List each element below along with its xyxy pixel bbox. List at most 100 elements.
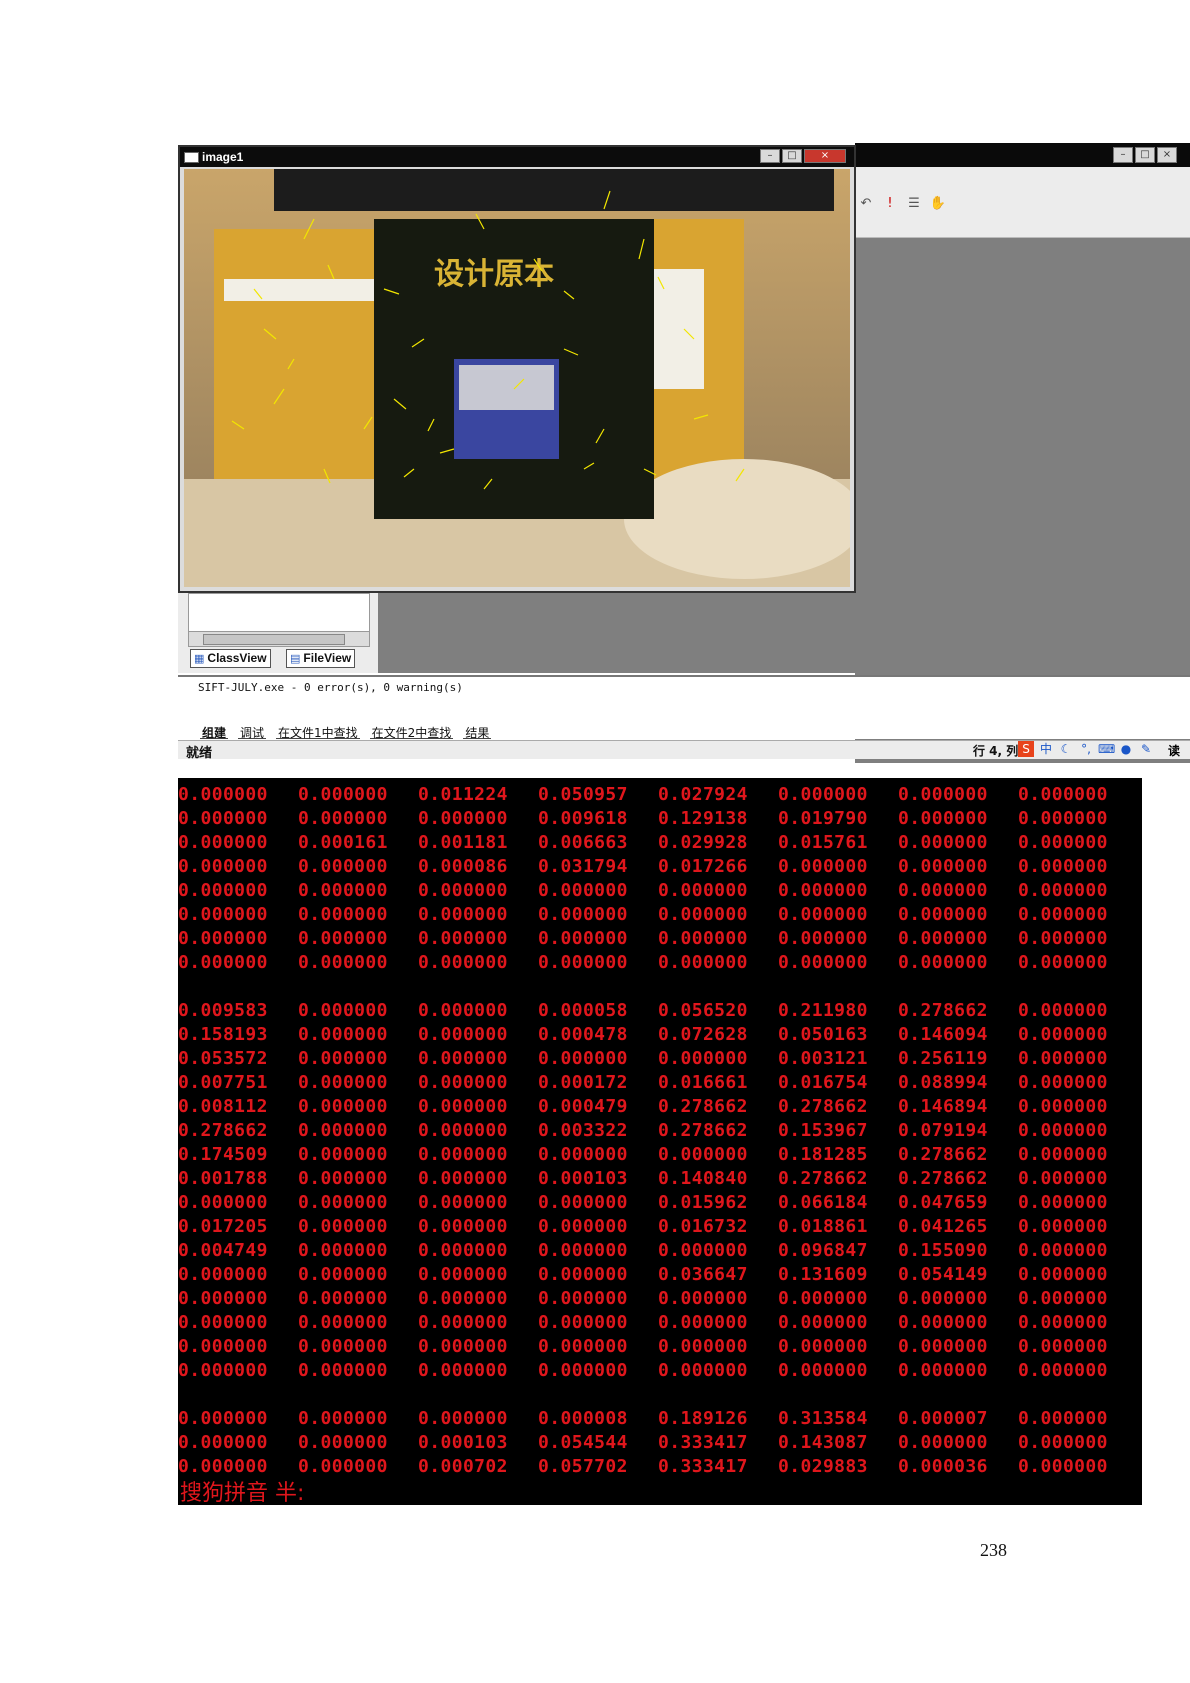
console-row: 0.000000 0.000000 0.000000 0.000000 0.000000… <box>178 1288 1138 1312</box>
close-icon[interactable]: × <box>1157 147 1177 163</box>
console-value: 0.000000 <box>1018 1240 1108 1261</box>
maximize-icon[interactable]: □ <box>1135 147 1155 163</box>
console-value: 0.000000 <box>778 880 868 901</box>
console-value: 0.000172 <box>538 1072 628 1093</box>
console-value: 0.000000 <box>1018 928 1108 949</box>
image-titlebar[interactable]: image1 – □ × <box>180 147 854 167</box>
console-value: 0.000000 <box>778 1336 868 1357</box>
console-row: 0.017205 0.000000 0.000000 0.000000 0.016732… <box>178 1216 1138 1240</box>
tab-build[interactable]: 组建 <box>200 727 229 739</box>
console-value: 0.000000 <box>178 904 268 925</box>
console-value: 0.000008 <box>538 1408 628 1429</box>
console-value: 0.000086 <box>418 856 508 877</box>
console-value: 0.000000 <box>298 904 388 925</box>
console-row: 0.001788 0.000000 0.000000 0.000103 0.140840… <box>178 1168 1138 1192</box>
console-value: 0.029883 <box>778 1456 868 1477</box>
console-value: 0.000000 <box>1018 832 1108 853</box>
console-value: 0.000000 <box>1018 904 1108 925</box>
console-value: 0.000000 <box>418 928 508 949</box>
tab-debug[interactable]: 调试 <box>238 727 267 739</box>
console-value: 0.333417 <box>658 1432 748 1453</box>
console-value: 0.000000 <box>298 1120 388 1141</box>
minimize-icon[interactable]: – <box>760 149 780 163</box>
horizontal-scrollbar[interactable] <box>188 631 370 647</box>
console-value: 0.000000 <box>178 856 268 877</box>
console-value: 0.000000 <box>658 1312 748 1333</box>
console-value: 0.000000 <box>898 928 988 949</box>
moon-icon[interactable]: ☾ <box>1058 741 1074 757</box>
list-icon[interactable]: ☰ <box>905 195 923 213</box>
console-value: 0.143087 <box>778 1432 868 1453</box>
console-value: 0.000000 <box>1018 1360 1108 1381</box>
sogou-icon[interactable]: S <box>1018 741 1034 757</box>
punctuation-icon[interactable]: °, <box>1078 741 1094 757</box>
tab-classview[interactable]: ▦ ClassView <box>190 649 271 668</box>
tab-find1[interactable]: 在文件1中查找 <box>276 727 360 739</box>
console-value: 0.313584 <box>778 1408 868 1429</box>
console-row: 0.158193 0.000000 0.000000 0.000478 0.072628… <box>178 1024 1138 1048</box>
console-value: 0.000000 <box>298 1096 388 1117</box>
execute-icon[interactable]: ! <box>881 195 899 213</box>
console-value: 0.008112 <box>178 1096 268 1117</box>
console-row: 0.007751 0.000000 0.000000 0.000172 0.016661… <box>178 1072 1138 1096</box>
console-value: 0.000000 <box>178 1408 268 1429</box>
ide-toolbar-area: ↶ ! ☰ ✋ <box>855 167 1190 238</box>
console-value: 0.000000 <box>298 1264 388 1285</box>
console-value: 0.000000 <box>298 928 388 949</box>
hand-icon[interactable]: ✋ <box>929 195 947 213</box>
console-row: 0.008112 0.000000 0.000000 0.000479 0.278662… <box>178 1096 1138 1120</box>
console-window[interactable]: 0.000000 0.000000 0.011224 0.050957 0.027924… <box>178 778 1142 1505</box>
console-value: 0.000000 <box>898 880 988 901</box>
tab-label: ClassView <box>207 651 267 665</box>
scroll-thumb[interactable] <box>203 634 345 645</box>
tab-fileview[interactable]: ▤ FileView <box>286 649 356 668</box>
console-value: 0.129138 <box>658 808 748 829</box>
undo-icon[interactable]: ↶ <box>857 195 875 213</box>
console-value: 0.000103 <box>538 1168 628 1189</box>
keyboard-icon[interactable]: ⌨ <box>1098 741 1115 757</box>
console-value: 0.019790 <box>778 808 868 829</box>
console-value: 0.000000 <box>298 1192 388 1213</box>
tab-results[interactable]: 结果 <box>463 727 492 739</box>
wrench-icon[interactable]: ✎ <box>1138 741 1154 757</box>
tab-find2[interactable]: 在文件2中查找 <box>369 727 454 739</box>
minimize-icon[interactable]: – <box>1113 147 1133 163</box>
console-value: 0.278662 <box>898 1144 988 1165</box>
console-value: 0.000000 <box>178 952 268 973</box>
image-window[interactable]: image1 – □ × 设计原本 <box>178 145 856 593</box>
console-value: 0.000000 <box>1018 1072 1108 1093</box>
console-value: 0.000000 <box>658 1240 748 1261</box>
console-value: 0.000000 <box>418 1192 508 1213</box>
console-value: 0.000000 <box>298 1000 388 1021</box>
console-value: 0.000000 <box>538 1264 628 1285</box>
console-value: 0.000000 <box>298 856 388 877</box>
console-value: 0.016732 <box>658 1216 748 1237</box>
console-value: 0.000000 <box>178 1336 268 1357</box>
console-value: 0.000000 <box>658 1360 748 1381</box>
console-value: 0.278662 <box>178 1120 268 1141</box>
console-value: 0.278662 <box>658 1096 748 1117</box>
console-value: 0.000000 <box>898 952 988 973</box>
console-value: 0.000000 <box>298 1288 388 1309</box>
console-value: 0.000000 <box>298 1048 388 1069</box>
window-icon <box>184 152 199 163</box>
workspace-tree[interactable] <box>188 593 370 633</box>
console-value: 0.015761 <box>778 832 868 853</box>
user-icon[interactable]: ● <box>1118 741 1134 757</box>
console-value: 0.000000 <box>1018 1336 1108 1357</box>
console-value: 0.000000 <box>538 1192 628 1213</box>
console-row: 0.000000 0.000000 0.000000 0.000000 0.000000… <box>178 1336 1138 1360</box>
console-value: 0.000000 <box>898 832 988 853</box>
console-value: 0.018861 <box>778 1216 868 1237</box>
console-row: 0.000000 0.000161 0.001181 0.006663 0.029928… <box>178 832 1138 856</box>
console-value: 0.211980 <box>778 1000 868 1021</box>
workspace-panel: ▦ ClassView ▤ FileView <box>178 593 378 673</box>
console-value: 0.000000 <box>538 1048 628 1069</box>
maximize-icon[interactable]: □ <box>782 149 802 163</box>
chinese-mode-icon[interactable]: 中 <box>1038 741 1054 757</box>
console-value: 0.000000 <box>178 784 268 805</box>
console-value: 0.000000 <box>658 904 748 925</box>
close-icon[interactable]: × <box>804 149 846 163</box>
console-value: 0.000000 <box>898 1336 988 1357</box>
console-value: 0.000000 <box>658 1336 748 1357</box>
